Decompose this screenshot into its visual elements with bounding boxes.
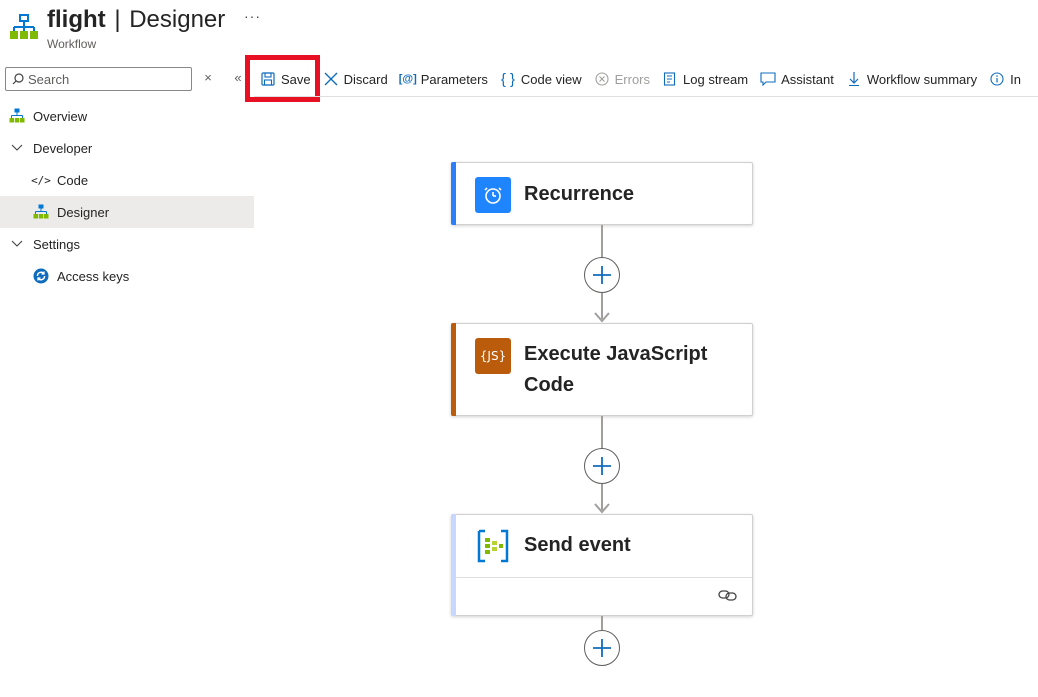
sidebar-group-label: Settings bbox=[33, 236, 80, 252]
command-toolbar: Save Discard [@] Parameters { } Code vie… bbox=[254, 64, 1027, 94]
step-title: Send event bbox=[524, 534, 631, 556]
assistant-button[interactable]: Assistant bbox=[754, 64, 840, 94]
page-name: Designer bbox=[129, 6, 226, 33]
event-hub-icon bbox=[475, 528, 511, 564]
info-button[interactable]: In bbox=[983, 64, 1027, 94]
link-icon[interactable] bbox=[718, 587, 738, 603]
card-divider bbox=[456, 577, 752, 578]
chat-icon bbox=[760, 71, 776, 87]
clear-search-button[interactable]: × bbox=[201, 70, 215, 86]
arrow-down-icon bbox=[594, 312, 610, 323]
info-icon bbox=[989, 71, 1005, 87]
app-name: flight bbox=[47, 6, 106, 33]
errors-label: Errors bbox=[614, 71, 651, 87]
error-circle-icon bbox=[594, 71, 610, 87]
more-options-button[interactable]: ··· bbox=[244, 8, 261, 24]
workflow-step-send-event[interactable]: Send event bbox=[451, 514, 753, 616]
workflow-step-recurrence[interactable]: Recurrence bbox=[451, 162, 753, 225]
step-title-line: Code bbox=[524, 374, 574, 396]
code-view-button[interactable]: { } Code view bbox=[494, 64, 588, 94]
code-view-label: Code view bbox=[520, 71, 582, 87]
sidebar-item-label: Access keys bbox=[57, 268, 130, 284]
assistant-label: Assistant bbox=[781, 71, 834, 87]
sidebar-item-label: Code bbox=[57, 172, 89, 188]
save-label: Save bbox=[281, 71, 311, 87]
discard-icon bbox=[323, 71, 339, 87]
log-stream-button[interactable]: Log stream bbox=[656, 64, 754, 94]
refresh-keys-icon bbox=[33, 268, 49, 284]
sidebar-item-label: Designer bbox=[57, 204, 110, 220]
log-stream-icon bbox=[662, 71, 678, 87]
sidebar-item-access-keys[interactable]: Access keys bbox=[0, 260, 254, 292]
discard-label: Discard bbox=[343, 71, 388, 87]
step-title: Execute JavaScript Code bbox=[524, 339, 707, 401]
javascript-icon: {JS} bbox=[475, 338, 511, 374]
sidebar-group-developer[interactable]: Developer bbox=[0, 132, 254, 164]
search-icon bbox=[12, 73, 24, 85]
errors-button[interactable]: Errors bbox=[588, 64, 656, 94]
save-button[interactable]: Save bbox=[254, 64, 317, 94]
sidebar-item-overview[interactable]: Overview bbox=[0, 100, 254, 132]
log-stream-label: Log stream bbox=[683, 71, 749, 87]
title-separator: | bbox=[114, 6, 121, 33]
plus-icon bbox=[593, 266, 611, 284]
step-accent-bar bbox=[451, 162, 456, 225]
sidebar-group-settings[interactable]: Settings bbox=[0, 228, 254, 260]
parameters-icon: [@] bbox=[398, 73, 417, 85]
workflow-summary-label: Workflow summary bbox=[866, 71, 978, 87]
designer-canvas: Recurrence {JS} Execute JavaScript Code bbox=[254, 97, 1038, 697]
workflow-icon bbox=[33, 204, 49, 220]
step-accent-bar bbox=[451, 323, 456, 416]
plus-icon bbox=[593, 457, 611, 475]
plus-icon bbox=[593, 639, 611, 657]
save-icon bbox=[260, 71, 276, 87]
page-header: flight | Designer ··· Workflow bbox=[0, 0, 1038, 58]
chevron-down-icon bbox=[9, 236, 25, 252]
connector-line bbox=[601, 225, 603, 257]
sidebar-item-designer[interactable]: Designer bbox=[0, 196, 254, 228]
info-label: In bbox=[1010, 71, 1021, 87]
workflow-logo-icon bbox=[10, 14, 38, 39]
connector-line bbox=[601, 616, 603, 630]
search-input[interactable] bbox=[28, 70, 188, 88]
workflow-icon bbox=[9, 108, 25, 124]
braces-icon: { } bbox=[500, 70, 516, 88]
search-box[interactable] bbox=[5, 67, 192, 91]
sidebar-item-code[interactable]: </> Code bbox=[0, 164, 254, 196]
discard-button[interactable]: Discard bbox=[317, 64, 394, 94]
sidebar-item-label: Overview bbox=[33, 108, 88, 124]
collapse-sidebar-button[interactable]: « bbox=[230, 70, 246, 86]
download-arrow-icon bbox=[846, 71, 862, 87]
page-title: flight | Designer bbox=[47, 5, 225, 35]
sidebar-nav: Overview Developer </> Code Designer Set… bbox=[0, 100, 254, 292]
add-step-button[interactable] bbox=[584, 630, 620, 666]
connector-line bbox=[601, 416, 603, 448]
clock-icon bbox=[475, 177, 511, 213]
step-title: Recurrence bbox=[524, 183, 635, 205]
step-title-line: Execute JavaScript bbox=[524, 343, 708, 365]
sidebar-group-label: Developer bbox=[33, 140, 93, 156]
arrow-down-icon bbox=[594, 503, 610, 514]
step-accent-bar bbox=[451, 514, 456, 616]
code-icon: </> bbox=[31, 173, 51, 187]
parameters-button[interactable]: [@] Parameters bbox=[394, 64, 494, 94]
page-subtitle: Workflow bbox=[47, 37, 97, 51]
parameters-label: Parameters bbox=[420, 71, 488, 87]
add-step-button[interactable] bbox=[584, 448, 620, 484]
workflow-summary-button[interactable]: Workflow summary bbox=[840, 64, 983, 94]
workflow-step-execute-javascript[interactable]: {JS} Execute JavaScript Code bbox=[451, 323, 753, 416]
chevron-down-icon bbox=[9, 140, 25, 156]
add-step-button[interactable] bbox=[584, 257, 620, 293]
